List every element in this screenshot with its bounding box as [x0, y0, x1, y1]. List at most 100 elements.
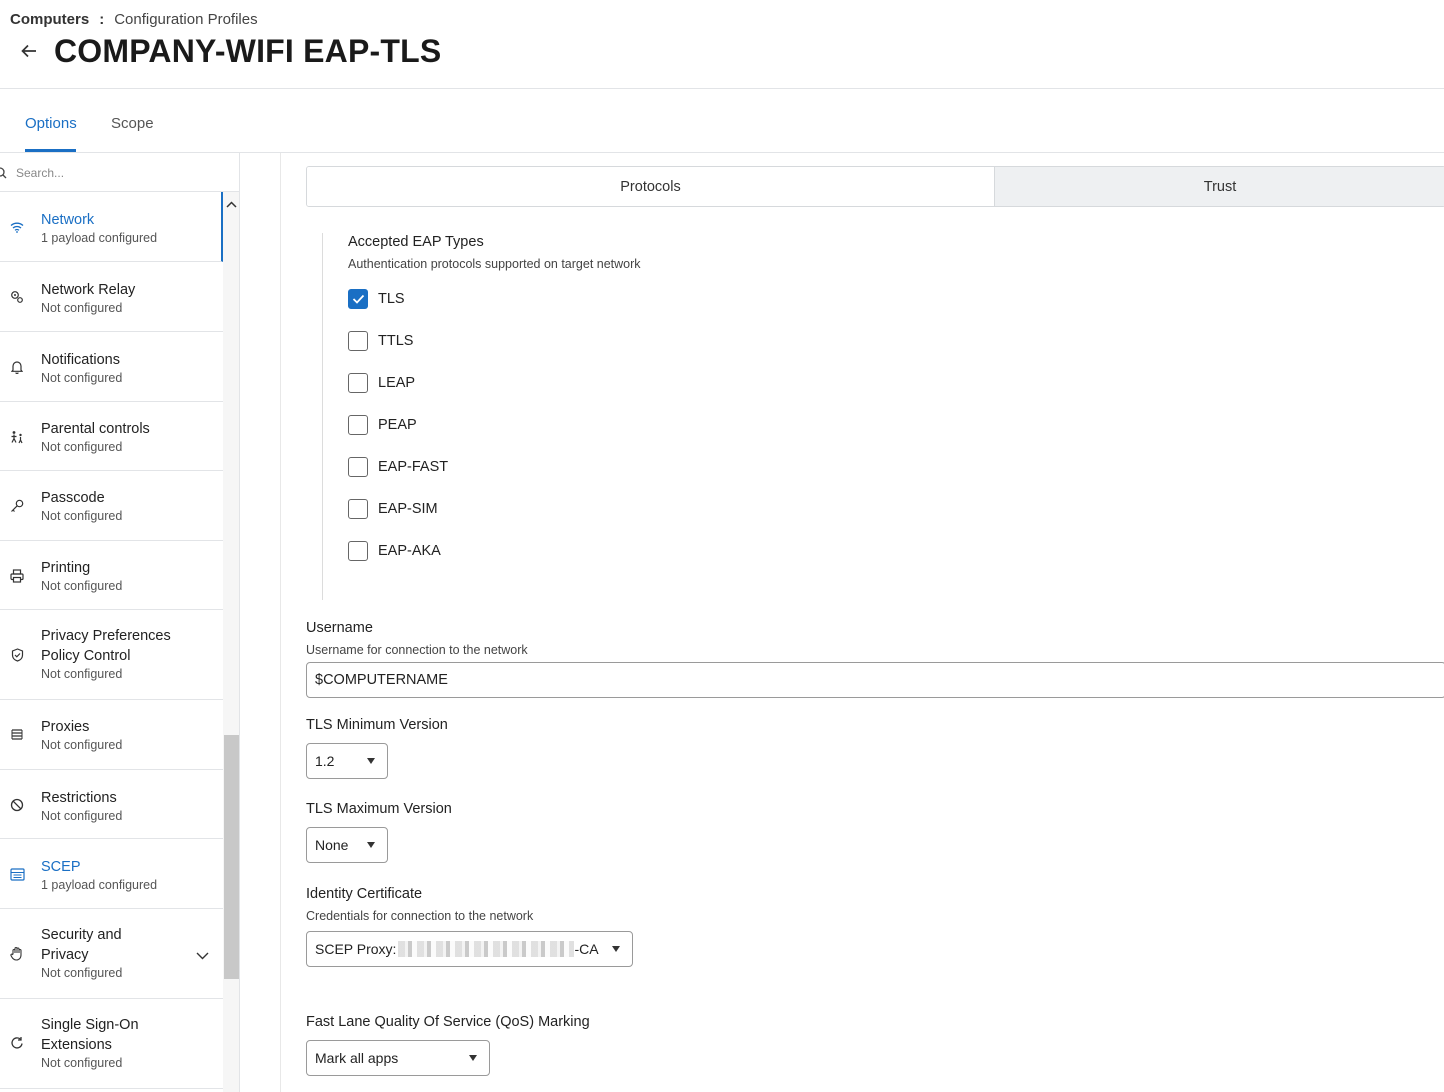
sidebar-item-label: Single Sign-On Extensions [41, 1017, 139, 1053]
sidebar-item-status: Not configured [41, 966, 123, 980]
chevron-down-icon[interactable] [196, 947, 209, 965]
tab-options[interactable]: Options [25, 115, 77, 132]
breadcrumb-computers[interactable]: Computers [10, 11, 89, 28]
sidebar-item-network[interactable]: Network 1 payload configured [0, 192, 223, 262]
scroll-up-icon[interactable] [226, 195, 237, 213]
checkbox-label: EAP-AKA [378, 543, 441, 559]
tls-min-value: 1.2 [315, 753, 335, 769]
eap-option-leap[interactable]: LEAP [348, 373, 415, 393]
checkbox-label: PEAP [378, 417, 417, 433]
page-header: Computers : Configuration Profiles COMPA… [0, 0, 1444, 89]
qos-select[interactable]: Mark all apps [306, 1040, 490, 1076]
tls-min-select[interactable]: 1.2 [306, 743, 388, 779]
eap-option-tls[interactable]: TLS [348, 289, 405, 309]
redacted-text [398, 941, 575, 957]
sidebar-item-label: Parental controls [41, 421, 150, 437]
sidebar-item-network-relay[interactable]: Network Relay Not configured [0, 262, 223, 332]
username-input[interactable]: $COMPUTERNAME [306, 662, 1444, 698]
sidebar-item-printing[interactable]: Printing Not configured [0, 541, 223, 610]
checkbox[interactable] [348, 331, 368, 351]
eap-option-eap-fast[interactable]: EAP-FAST [348, 457, 448, 477]
sidebar-item-label: Proxies [41, 719, 90, 735]
sidebar-item-status: 1 payload configured [41, 878, 158, 892]
checkbox-label: EAP-SIM [378, 501, 438, 517]
identity-certificate-select[interactable]: SCEP Proxy: -CA [306, 931, 633, 967]
sidebar-item-passcode[interactable]: Passcode Not configured [0, 471, 223, 541]
sidebar-item-restrictions[interactable]: Restrictions Not configured [0, 770, 223, 839]
page-title: COMPANY-WIFI EAP-TLS [54, 33, 442, 69]
checkbox-checked[interactable] [348, 289, 368, 309]
sidebar-scrollbar-thumb[interactable] [224, 735, 239, 979]
sidebar-item-parental-controls[interactable]: Parental controls Not configured [0, 402, 223, 471]
tls-max-title: TLS Maximum Version [306, 801, 452, 817]
username-title: Username [306, 620, 373, 636]
tab-scope[interactable]: Scope [111, 115, 154, 132]
sidebar-item-single-sign-on[interactable]: Single Sign-On Extensions Not configured [0, 999, 223, 1089]
breadcrumb-separator: : [99, 11, 105, 28]
sidebar-item-proxies[interactable]: Proxies Not configured [0, 700, 223, 770]
checkbox[interactable] [348, 415, 368, 435]
sidebar-item-notifications[interactable]: Notifications Not configured [0, 332, 223, 402]
certificate-icon [9, 866, 25, 882]
identity-certificate-title: Identity Certificate [306, 886, 423, 902]
sidebar-item-status: Not configured [41, 1056, 123, 1070]
sidebar-item-status: Not configured [41, 371, 123, 385]
eap-option-eap-aka[interactable]: EAP-AKA [348, 541, 441, 561]
eap-option-eap-sim[interactable]: EAP-SIM [348, 499, 438, 519]
relay-icon [9, 289, 25, 305]
proxy-icon [9, 727, 25, 743]
checkbox[interactable] [348, 499, 368, 519]
sidebar-item-status: Not configured [41, 579, 123, 593]
sidebar-item-status: Not configured [41, 738, 123, 752]
checkbox[interactable] [348, 373, 368, 393]
sidebar-item-label: Privacy Preferences Policy Control [41, 628, 171, 664]
printer-icon [9, 568, 25, 584]
checkbox-label: LEAP [378, 375, 416, 391]
family-icon [9, 429, 25, 445]
wifi-icon [9, 219, 25, 235]
payload-sidebar: Network 1 payload configured Network Rel… [0, 153, 240, 1092]
restricted-icon [9, 797, 25, 813]
hand-icon [9, 945, 25, 961]
identity-certificate-suffix: -CA [574, 941, 599, 957]
sidebar-item-status: Not configured [41, 509, 123, 523]
eap-types-title: Accepted EAP Types [348, 234, 484, 250]
active-tab-indicator [25, 149, 76, 152]
username-description: Username for connection to the network [306, 643, 528, 657]
sidebar-item-label: Security and Privacy [41, 927, 122, 963]
checkbox[interactable] [348, 457, 368, 477]
sidebar-item-status: Not configured [41, 809, 123, 823]
sidebar-item-status: Not configured [41, 440, 123, 454]
checkbox-label: TLS [378, 291, 405, 307]
caret-down-icon [612, 946, 620, 952]
checkbox[interactable] [348, 541, 368, 561]
qos-value: Mark all apps [315, 1050, 399, 1066]
payload-list: Network 1 payload configured Network Rel… [0, 192, 223, 1089]
sidebar-item-label: Notifications [41, 352, 120, 368]
payload-content: Protocols Trust Accepted EAP Types Authe… [241, 153, 1444, 1092]
sidebar-item-status: Not configured [41, 667, 123, 681]
tls-min-title: TLS Minimum Version [306, 717, 448, 733]
tls-max-value: None [315, 837, 349, 853]
sidebar-item-privacy-preferences[interactable]: Privacy Preferences Policy Control Not c… [0, 610, 223, 700]
eap-types-section: Accepted EAP Types Authentication protoc… [322, 233, 1444, 600]
tls-max-select[interactable]: None [306, 827, 388, 863]
eap-option-ttls[interactable]: TTLS [348, 331, 413, 351]
segment-protocols[interactable]: Protocols [307, 167, 995, 206]
sidebar-item-status: 1 payload configured [41, 231, 158, 245]
segment-trust[interactable]: Trust [995, 167, 1444, 206]
search-icon [0, 166, 7, 184]
breadcrumb: Computers : Configuration Profiles [10, 11, 258, 28]
sidebar-item-label: SCEP [41, 859, 81, 875]
sidebar-item-security-and-privacy[interactable]: Security and Privacy Not configured [0, 909, 223, 999]
eap-option-peap[interactable]: PEAP [348, 415, 417, 435]
sidebar-item-scep[interactable]: SCEP 1 payload configured [0, 839, 223, 909]
back-arrow-icon[interactable] [18, 40, 40, 62]
breadcrumb-configuration-profiles[interactable]: Configuration Profiles [114, 11, 257, 28]
sidebar-search [0, 153, 239, 192]
segmented-control: Protocols Trust [306, 166, 1444, 207]
sidebar-item-label: Passcode [41, 490, 105, 506]
caret-down-icon [367, 842, 375, 848]
identity-certificate-description: Credentials for connection to the networ… [306, 909, 534, 923]
search-input[interactable] [16, 163, 216, 183]
